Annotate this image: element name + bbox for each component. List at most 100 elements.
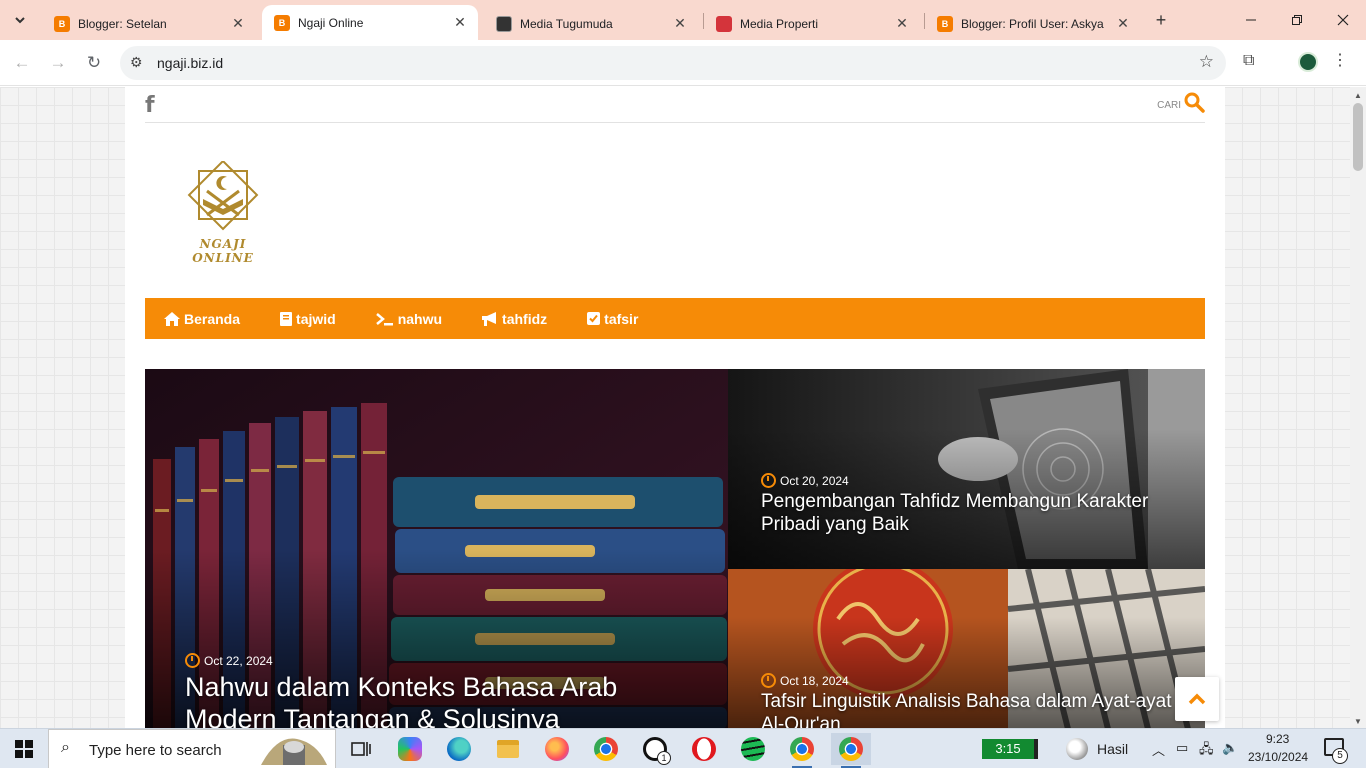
post-date: Oct 18, 2024 bbox=[761, 673, 849, 688]
clock-icon bbox=[761, 673, 776, 688]
close-icon[interactable]: ✕ bbox=[1115, 15, 1131, 32]
nav-item-tajwid[interactable]: tajwid bbox=[280, 311, 336, 327]
browser-toolbar: ← → ↻ ⚙ ngaji.biz.id ☆ ⧉ ⋮ bbox=[0, 40, 1366, 86]
nav-item-nahwu[interactable]: nahwu bbox=[375, 310, 443, 327]
blogger-icon: B bbox=[274, 14, 290, 31]
bookmark-star-icon[interactable]: ☆ bbox=[1199, 52, 1214, 72]
site-logo[interactable]: NGAJI ONLINE bbox=[167, 159, 279, 265]
clock-date[interactable]: 23/10/2024 bbox=[1248, 750, 1308, 764]
tab-blogger-setelan[interactable]: B Blogger: Setelan ✕ bbox=[42, 7, 256, 40]
edge-icon bbox=[447, 737, 471, 761]
back-to-top-button[interactable] bbox=[1175, 677, 1219, 721]
facebook-icon[interactable]: f bbox=[145, 93, 155, 118]
featured-post-side-2[interactable]: Oct 18, 2024 Tafsir Linguistik Analisis … bbox=[728, 569, 1205, 728]
search-icon[interactable] bbox=[1183, 91, 1205, 113]
close-icon[interactable]: ✕ bbox=[452, 14, 468, 31]
search-placeholder: Type here to search bbox=[89, 742, 222, 759]
chrome-icon bbox=[790, 737, 814, 761]
address-bar[interactable]: ⚙ ngaji.biz.id ☆ bbox=[120, 46, 1226, 80]
arrow-left-icon: ← bbox=[13, 53, 31, 72]
reload-button[interactable]: ↻ bbox=[80, 49, 108, 77]
scroll-down-icon[interactable]: ▼ bbox=[1354, 717, 1362, 726]
tab-media-tugumuda[interactable]: Media Tugumuda ✕ bbox=[484, 7, 698, 40]
network-icon[interactable]: 🖧 bbox=[1199, 740, 1214, 762]
site-info-icon[interactable]: ⚙ bbox=[130, 54, 143, 71]
restore-button[interactable] bbox=[1274, 0, 1320, 40]
site-icon bbox=[716, 15, 732, 32]
logo-text: NGAJI ONLINE bbox=[192, 237, 254, 265]
close-icon bbox=[1337, 14, 1349, 26]
post-title[interactable]: Tafsir Linguistik Analisis Bahasa dalam … bbox=[761, 691, 1181, 728]
nav-item-label: tajwid bbox=[296, 310, 336, 327]
spotify-app[interactable] bbox=[733, 733, 773, 765]
nav-item-tahfidz[interactable]: tahfidz bbox=[482, 311, 547, 327]
extensions-icon[interactable]: ⧉ bbox=[1243, 52, 1254, 70]
close-icon[interactable]: ✕ bbox=[230, 15, 246, 32]
tab-media-properti[interactable]: Media Properti ✕ bbox=[704, 7, 920, 40]
terminal-icon bbox=[375, 312, 393, 325]
chevron-up-icon bbox=[1188, 693, 1206, 705]
nav-item-beranda[interactable]: Beranda bbox=[164, 311, 240, 327]
search-label[interactable]: CARI bbox=[1157, 100, 1181, 111]
featured-post-side-1[interactable]: Oct 20, 2024 Pengembangan Tahfidz Memban… bbox=[728, 369, 1205, 569]
close-icon[interactable]: ✕ bbox=[894, 15, 910, 32]
main-nav: Beranda tajwid nahwu tahfidz tafsir bbox=[145, 298, 1205, 339]
tab-title: Ngaji Online bbox=[298, 15, 364, 30]
featured-post-main[interactable]: Oct 22, 2024 Nahwu dalam Konteks Bahasa … bbox=[145, 369, 728, 728]
tab-ngaji-online[interactable]: B Ngaji Online ✕ bbox=[262, 5, 478, 40]
start-button[interactable] bbox=[0, 729, 48, 768]
page-viewport: f CARI NGAJI ONLINE Beranda tajwid nahwu… bbox=[0, 87, 1350, 728]
menu-kebab-icon[interactable]: ⋮ bbox=[1332, 50, 1348, 70]
chrome-app[interactable] bbox=[586, 733, 626, 765]
folder-icon bbox=[497, 740, 519, 758]
search-highlight-image bbox=[257, 733, 331, 767]
featured-posts: Oct 22, 2024 Nahwu dalam Konteks Bahasa … bbox=[145, 369, 1205, 728]
avatar[interactable] bbox=[1298, 52, 1318, 72]
file-explorer-app[interactable] bbox=[488, 733, 528, 765]
nav-item-tafsir[interactable]: tafsir bbox=[587, 311, 638, 327]
arrow-right-icon: → bbox=[49, 53, 67, 72]
firefox-app[interactable] bbox=[537, 733, 577, 765]
opera-icon bbox=[692, 737, 716, 761]
task-view-button[interactable] bbox=[341, 733, 381, 765]
tab-strip: B Blogger: Setelan ✕ B Ngaji Online ✕ Me… bbox=[0, 0, 1366, 40]
chevron-up-icon[interactable]: ︿ bbox=[1152, 740, 1165, 759]
chrome-active-app[interactable] bbox=[831, 733, 871, 768]
clock-time[interactable]: 9:23 bbox=[1266, 732, 1289, 746]
edge-app[interactable] bbox=[439, 733, 479, 765]
windows-logo-icon bbox=[15, 740, 33, 758]
close-window-button[interactable] bbox=[1320, 0, 1366, 40]
minimize-button[interactable] bbox=[1228, 0, 1274, 40]
tab-title: Blogger: Profil User: Askya bbox=[961, 16, 1104, 31]
site-container: f CARI NGAJI ONLINE Beranda tajwid nahwu… bbox=[125, 87, 1225, 728]
post-title[interactable]: Pengembangan Tahfidz Membangun Karakter … bbox=[761, 491, 1181, 537]
back-button[interactable]: ← bbox=[8, 49, 36, 77]
nav-item-label: tafsir bbox=[604, 310, 639, 327]
nav-item-label: nahwu bbox=[397, 310, 443, 327]
post-date-text: Oct 22, 2024 bbox=[204, 653, 273, 668]
copilot-app[interactable] bbox=[390, 733, 430, 765]
forward-button[interactable]: → bbox=[44, 49, 72, 77]
volume-icon[interactable]: 🔈 bbox=[1222, 740, 1238, 756]
post-date-text: Oct 18, 2024 bbox=[780, 673, 849, 688]
close-icon[interactable]: ✕ bbox=[672, 15, 688, 32]
weather-icon[interactable] bbox=[1066, 738, 1088, 760]
battery-widget[interactable]: 3:15 bbox=[982, 739, 1038, 759]
battery-icon[interactable]: ▭ bbox=[1176, 740, 1188, 756]
whatsapp-app[interactable]: 1 bbox=[635, 733, 675, 765]
taskbar-search[interactable]: ⌕ Type here to search bbox=[48, 729, 336, 768]
task-view-icon bbox=[351, 742, 371, 756]
scroll-up-icon[interactable]: ▲ bbox=[1354, 91, 1362, 100]
page-scrollbar[interactable]: ▲ ▼ bbox=[1350, 87, 1366, 728]
chrome-profile-app[interactable] bbox=[782, 733, 822, 768]
post-title[interactable]: Nahwu dalam Konteks Bahasa Arab Modern T… bbox=[185, 671, 705, 728]
new-tab-button[interactable]: + bbox=[1150, 9, 1172, 31]
opera-app[interactable] bbox=[684, 733, 724, 765]
scroll-thumb[interactable] bbox=[1353, 103, 1363, 171]
chrome-icon bbox=[839, 737, 863, 761]
weather-text[interactable]: Hasil bbox=[1097, 741, 1128, 757]
search-icon: ⌕ bbox=[61, 739, 70, 756]
bullhorn-icon bbox=[482, 311, 497, 326]
tab-blogger-profil[interactable]: B Blogger: Profil User: Askya ✕ bbox=[925, 7, 1141, 40]
tab-search-button[interactable] bbox=[6, 6, 34, 34]
